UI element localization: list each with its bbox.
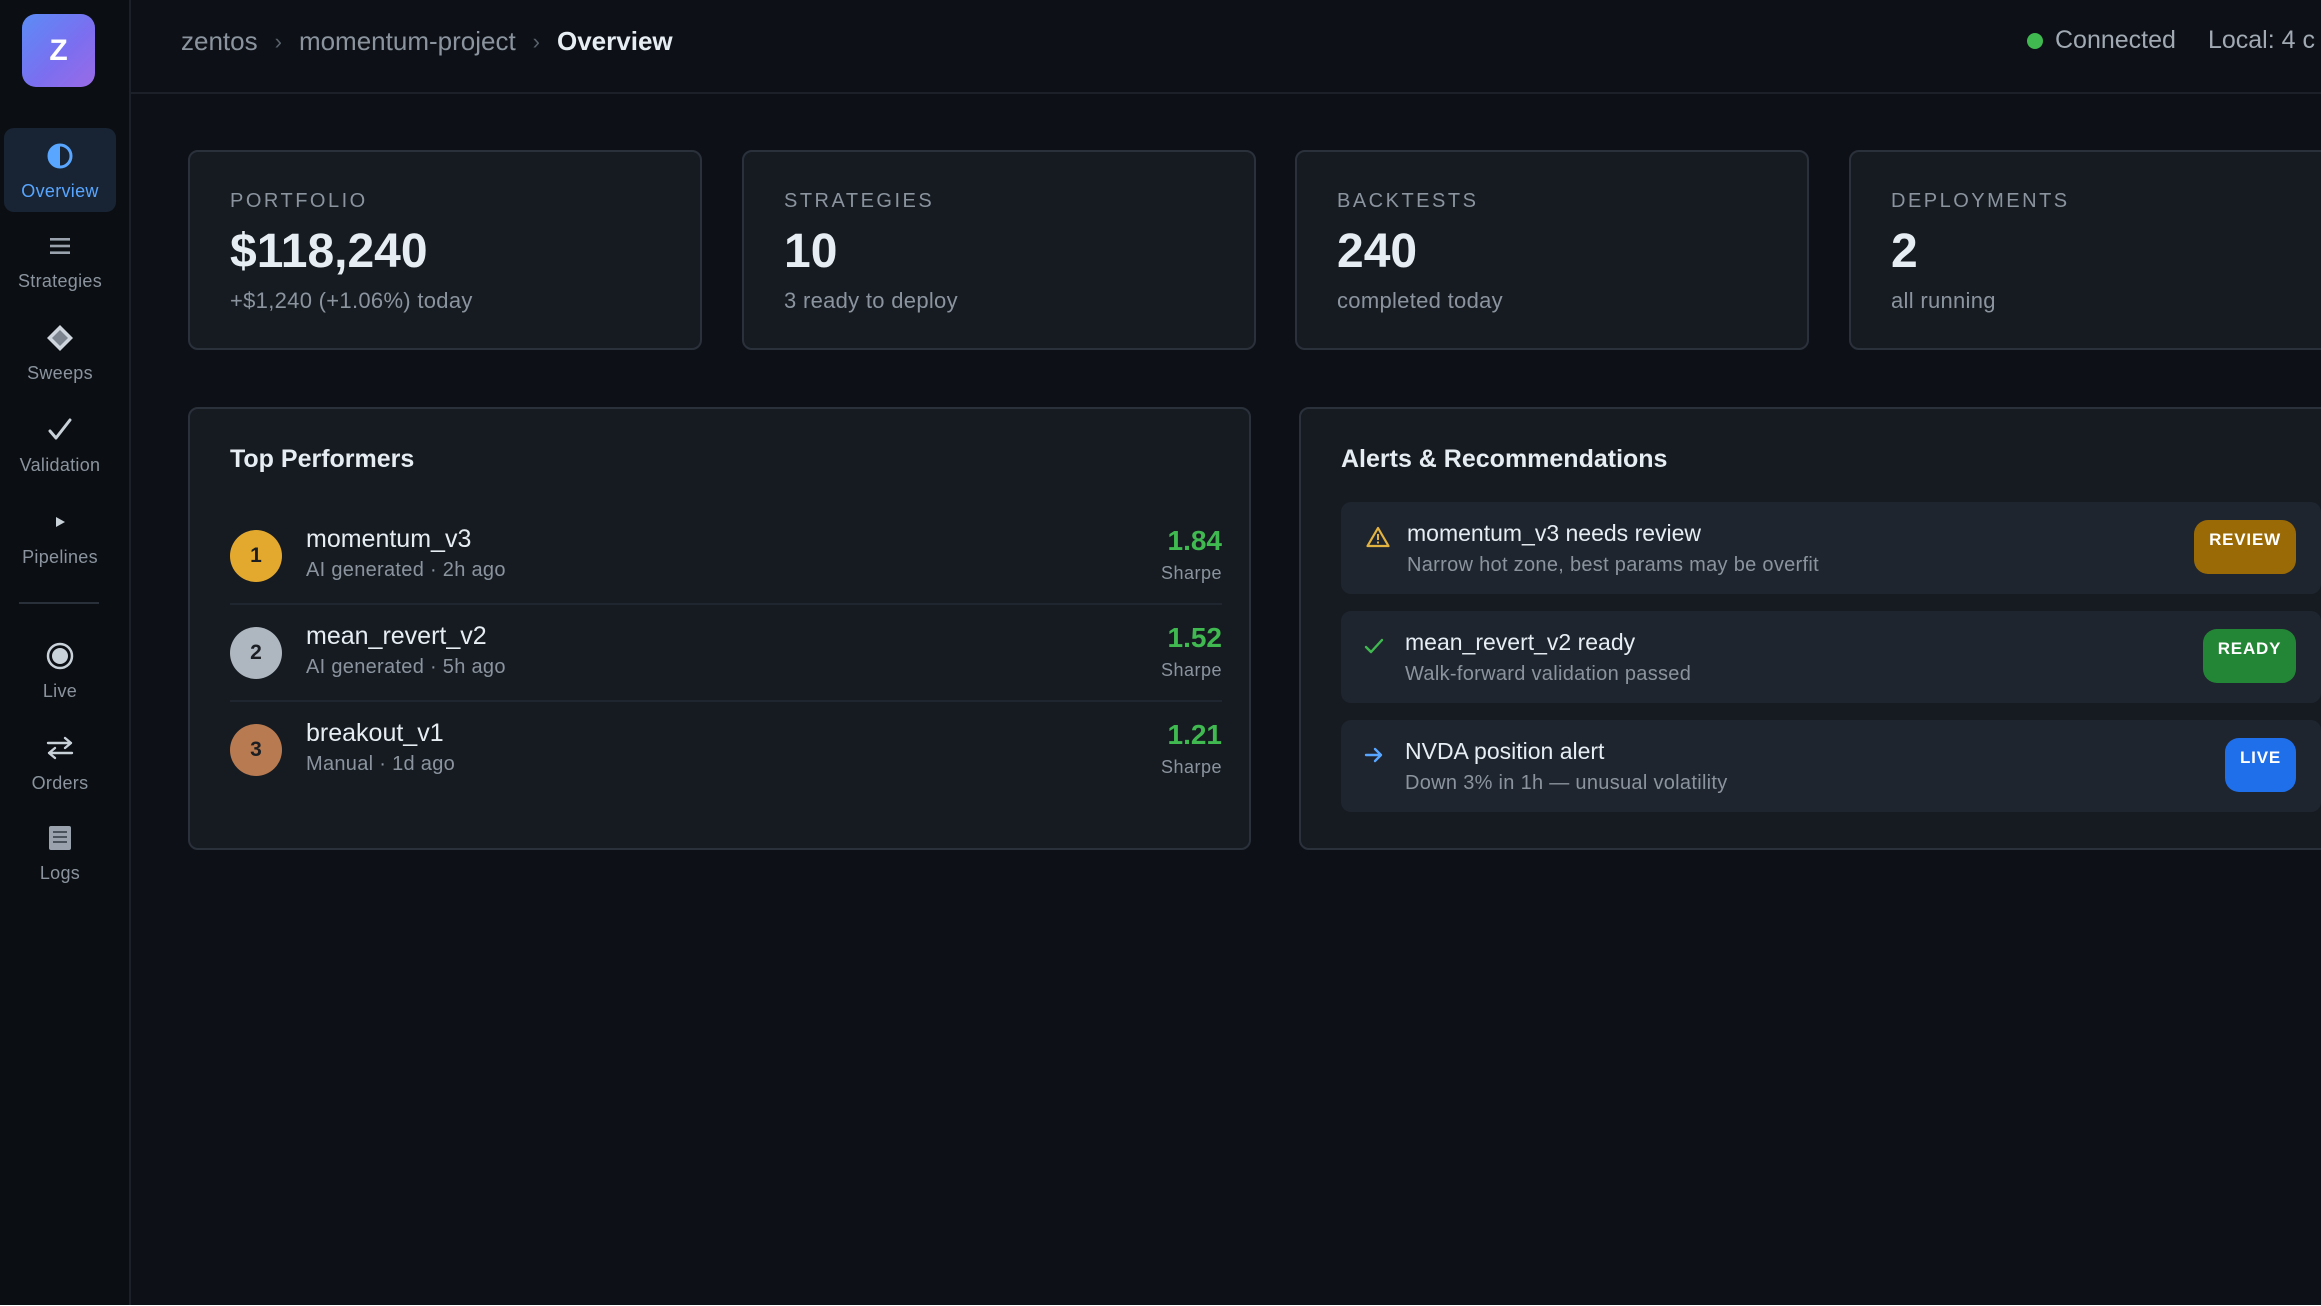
alerts-panel: Alerts & Recommendations momentum_v3 nee… bbox=[1299, 407, 2321, 850]
strategy-meta: Manual · 1d ago bbox=[306, 753, 456, 775]
stat-card-backtests[interactable]: BACKTESTS 240 completed today bbox=[1295, 150, 1809, 350]
stat-value: $118,240 bbox=[230, 225, 428, 278]
warning-icon bbox=[1365, 524, 1391, 550]
stat-card-strategies[interactable]: STRATEGIES 10 3 ready to deploy bbox=[742, 150, 1256, 350]
swap-arrows-icon bbox=[45, 731, 75, 765]
stat-sub: +$1,240 (+1.06%) today bbox=[230, 288, 473, 313]
sidebar: Z Overview Strategies Sweeps Validation bbox=[0, 0, 131, 1305]
status-badge[interactable]: REVIEW bbox=[2194, 520, 2296, 574]
sidebar-item-label: Live bbox=[42, 680, 78, 701]
sidebar-item-label: Pipelines bbox=[22, 546, 98, 567]
alert-description: Down 3% in 1h — unusual volatility bbox=[1405, 772, 1728, 794]
alert-description: Walk-forward validation passed bbox=[1405, 663, 1692, 685]
sidebar-item-label: Orders bbox=[31, 772, 89, 793]
sidebar-item-label: Validation bbox=[19, 454, 101, 475]
document-icon bbox=[48, 821, 72, 855]
breadcrumb-separator: › bbox=[532, 28, 540, 54]
sidebar-item-pipelines[interactable]: Pipelines bbox=[4, 494, 116, 578]
alert-item[interactable]: NVDA position alert Down 3% in 1h — unus… bbox=[1341, 720, 2321, 812]
breadcrumb-current: Overview bbox=[557, 26, 673, 56]
sidebar-item-label: Strategies bbox=[17, 270, 103, 291]
top-header: zentos › momentum-project › Overview Con… bbox=[131, 0, 2321, 94]
rank-badge: 2 bbox=[230, 627, 282, 679]
screenshot-frame: Z Overview Strategies Sweeps Validation bbox=[0, 0, 2321, 1306]
logo-letter: Z bbox=[49, 33, 68, 67]
strategy-name: mean_revert_v2 bbox=[306, 622, 487, 650]
stat-label: DEPLOYMENTS bbox=[1891, 190, 2070, 212]
strategy-name: breakout_v1 bbox=[306, 719, 444, 747]
strategy-name: momentum_v3 bbox=[306, 525, 472, 553]
sidebar-item-label: Overview bbox=[21, 180, 99, 201]
stat-value: 2 bbox=[1891, 225, 1918, 278]
rank-badge: 3 bbox=[230, 724, 282, 776]
sidebar-item-orders[interactable]: Orders bbox=[4, 720, 116, 804]
breadcrumb-separator: › bbox=[274, 28, 282, 54]
stat-label: BACKTESTS bbox=[1337, 190, 1479, 212]
diamond-icon bbox=[46, 321, 74, 355]
stat-label: STRATEGIES bbox=[784, 190, 935, 212]
sharpe-value: 1.21 bbox=[1167, 719, 1223, 750]
status-dot-icon bbox=[2027, 32, 2043, 49]
panel-title: Alerts & Recommendations bbox=[1341, 445, 1668, 473]
arrow-right-icon bbox=[1361, 742, 1387, 768]
rank-badge: 1 bbox=[230, 530, 282, 582]
sidebar-divider bbox=[19, 602, 99, 604]
half-circle-icon bbox=[46, 139, 74, 173]
strategy-meta: AI generated · 5h ago bbox=[306, 656, 506, 678]
stat-value: 240 bbox=[1337, 225, 1418, 278]
sidebar-item-overview[interactable]: Overview bbox=[4, 128, 116, 212]
sidebar-item-strategies[interactable]: Strategies bbox=[4, 218, 116, 302]
list-icon bbox=[48, 229, 72, 263]
sidebar-item-label: Logs bbox=[39, 862, 81, 883]
sidebar-item-logs[interactable]: Logs bbox=[4, 810, 116, 894]
radio-icon bbox=[46, 639, 74, 673]
sidebar-item-live[interactable]: Live bbox=[4, 628, 116, 712]
local-info: Local: 4 c bbox=[2207, 26, 2315, 54]
stat-card-deployments[interactable]: DEPLOYMENTS 2 all running bbox=[1849, 150, 2321, 350]
alert-title: NVDA position alert bbox=[1405, 738, 1605, 764]
stat-label: PORTFOLIO bbox=[230, 190, 368, 212]
stat-card-portfolio[interactable]: PORTFOLIO $118,240 +$1,240 (+1.06%) toda… bbox=[188, 150, 702, 350]
performer-row[interactable]: 3 breakout_v1 Manual · 1d ago 1.21 Sharp… bbox=[230, 703, 1222, 799]
breadcrumb: zentos › momentum-project › Overview bbox=[181, 26, 673, 57]
check-icon bbox=[1361, 633, 1387, 659]
sharpe-value: 1.84 bbox=[1167, 525, 1223, 556]
sharpe-label: Sharpe bbox=[1160, 563, 1222, 583]
stat-value: 10 bbox=[784, 225, 838, 278]
stat-sub: completed today bbox=[1337, 288, 1503, 313]
strategy-meta: AI generated · 2h ago bbox=[306, 559, 506, 581]
performer-row[interactable]: 1 momentum_v3 AI generated · 2h ago 1.84… bbox=[230, 509, 1222, 605]
sidebar-item-label: Sweeps bbox=[27, 362, 93, 383]
breadcrumb-item[interactable]: zentos bbox=[181, 26, 258, 57]
connection-status: Connected Local: 4 c bbox=[2027, 26, 2315, 55]
status-badge[interactable]: READY bbox=[2203, 629, 2296, 683]
app-window: Z Overview Strategies Sweeps Validation bbox=[0, 0, 2321, 1305]
status-badge[interactable]: LIVE bbox=[2225, 738, 2296, 792]
panel-title: Top Performers bbox=[230, 445, 415, 473]
app-logo[interactable]: Z bbox=[22, 14, 95, 87]
status-text: Connected bbox=[2055, 26, 2176, 54]
alert-title: mean_revert_v2 ready bbox=[1405, 629, 1636, 655]
alert-description: Narrow hot zone, best params may be over… bbox=[1407, 554, 1819, 576]
performer-row[interactable]: 2 mean_revert_v2 AI generated · 5h ago 1… bbox=[230, 606, 1222, 702]
sidebar-item-sweeps[interactable]: Sweeps bbox=[4, 310, 116, 394]
sidebar-item-validation[interactable]: Validation bbox=[4, 402, 116, 486]
play-icon bbox=[54, 505, 66, 539]
breadcrumb-item[interactable]: momentum-project bbox=[299, 26, 516, 57]
sharpe-label: Sharpe bbox=[1160, 660, 1222, 680]
check-icon bbox=[47, 413, 73, 447]
alert-item[interactable]: mean_revert_v2 ready Walk-forward valida… bbox=[1341, 611, 2321, 703]
alert-item[interactable]: momentum_v3 needs review Narrow hot zone… bbox=[1341, 502, 2321, 594]
sharpe-label: Sharpe bbox=[1160, 757, 1222, 777]
stat-sub: all running bbox=[1891, 288, 1996, 313]
top-performers-panel: Top Performers 1 momentum_v3 AI generate… bbox=[188, 407, 1251, 850]
alert-title: momentum_v3 needs review bbox=[1407, 520, 1702, 546]
sharpe-value: 1.52 bbox=[1167, 622, 1223, 653]
stat-sub: 3 ready to deploy bbox=[784, 288, 958, 313]
